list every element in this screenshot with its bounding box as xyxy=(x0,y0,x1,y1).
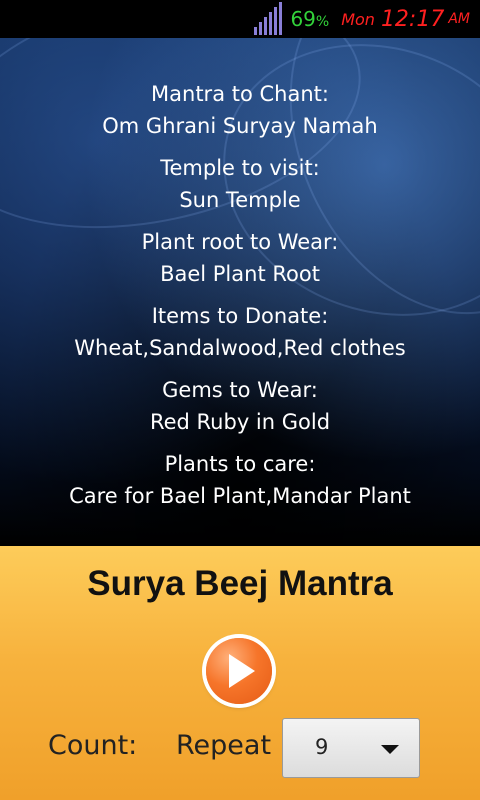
info-item-plants-care: Plants to care: Care for Bael Plant,Mand… xyxy=(0,448,480,512)
repeat-selected-value: 9 xyxy=(315,735,329,759)
info-item-plant-root: Plant root to Wear: Bael Plant Root xyxy=(0,226,480,290)
player-panel: Surya Beej Mantra Count: Repeat 9 xyxy=(0,546,480,800)
info-item-donate: Items to Donate: Wheat,Sandalwood,Red cl… xyxy=(0,300,480,364)
info-item-gems: Gems to Wear: Red Ruby in Gold xyxy=(0,374,480,438)
chevron-down-icon xyxy=(381,745,399,754)
repeat-dropdown[interactable]: 9 xyxy=(282,718,420,778)
info-value: Care for Bael Plant,Mandar Plant xyxy=(69,484,411,508)
info-value: Sun Temple xyxy=(179,188,301,212)
info-list: Mantra to Chant: Om Ghrani Suryay Namah … xyxy=(0,78,480,522)
play-icon xyxy=(229,654,255,688)
battery-indicator: 69 % xyxy=(290,7,329,31)
info-panel: Mantra to Chant: Om Ghrani Suryay Namah … xyxy=(0,38,480,546)
info-label: Plant root to Wear: xyxy=(141,230,339,254)
clock-day: Mon xyxy=(341,9,375,29)
count-label: Count: xyxy=(48,730,138,761)
battery-percent-unit: % xyxy=(315,14,330,30)
info-label: Temple to visit: xyxy=(160,156,320,180)
clock-ampm: AM xyxy=(448,11,470,27)
info-label: Plants to care: xyxy=(164,452,316,476)
signal-strength-icon xyxy=(254,2,283,35)
status-bar: 69 % Mon 12:17 AM xyxy=(0,0,480,38)
info-value: Om Ghrani Suryay Namah xyxy=(102,114,378,138)
info-label: Gems to Wear: xyxy=(162,378,318,402)
battery-percent-value: 69 xyxy=(290,7,316,31)
clock-time: 12:17 xyxy=(380,6,445,32)
play-button[interactable] xyxy=(206,638,272,704)
info-value: Wheat,Sandalwood,Red clothes xyxy=(74,336,406,360)
info-label: Items to Donate: xyxy=(151,304,329,328)
mantra-title: Surya Beej Mantra xyxy=(87,564,393,603)
info-value: Bael Plant Root xyxy=(160,262,320,286)
repeat-label: Repeat xyxy=(176,730,272,761)
info-item-mantra: Mantra to Chant: Om Ghrani Suryay Namah xyxy=(0,78,480,142)
info-label: Mantra to Chant: xyxy=(151,82,329,106)
info-value: Red Ruby in Gold xyxy=(149,410,331,434)
info-item-temple: Temple to visit: Sun Temple xyxy=(0,152,480,216)
